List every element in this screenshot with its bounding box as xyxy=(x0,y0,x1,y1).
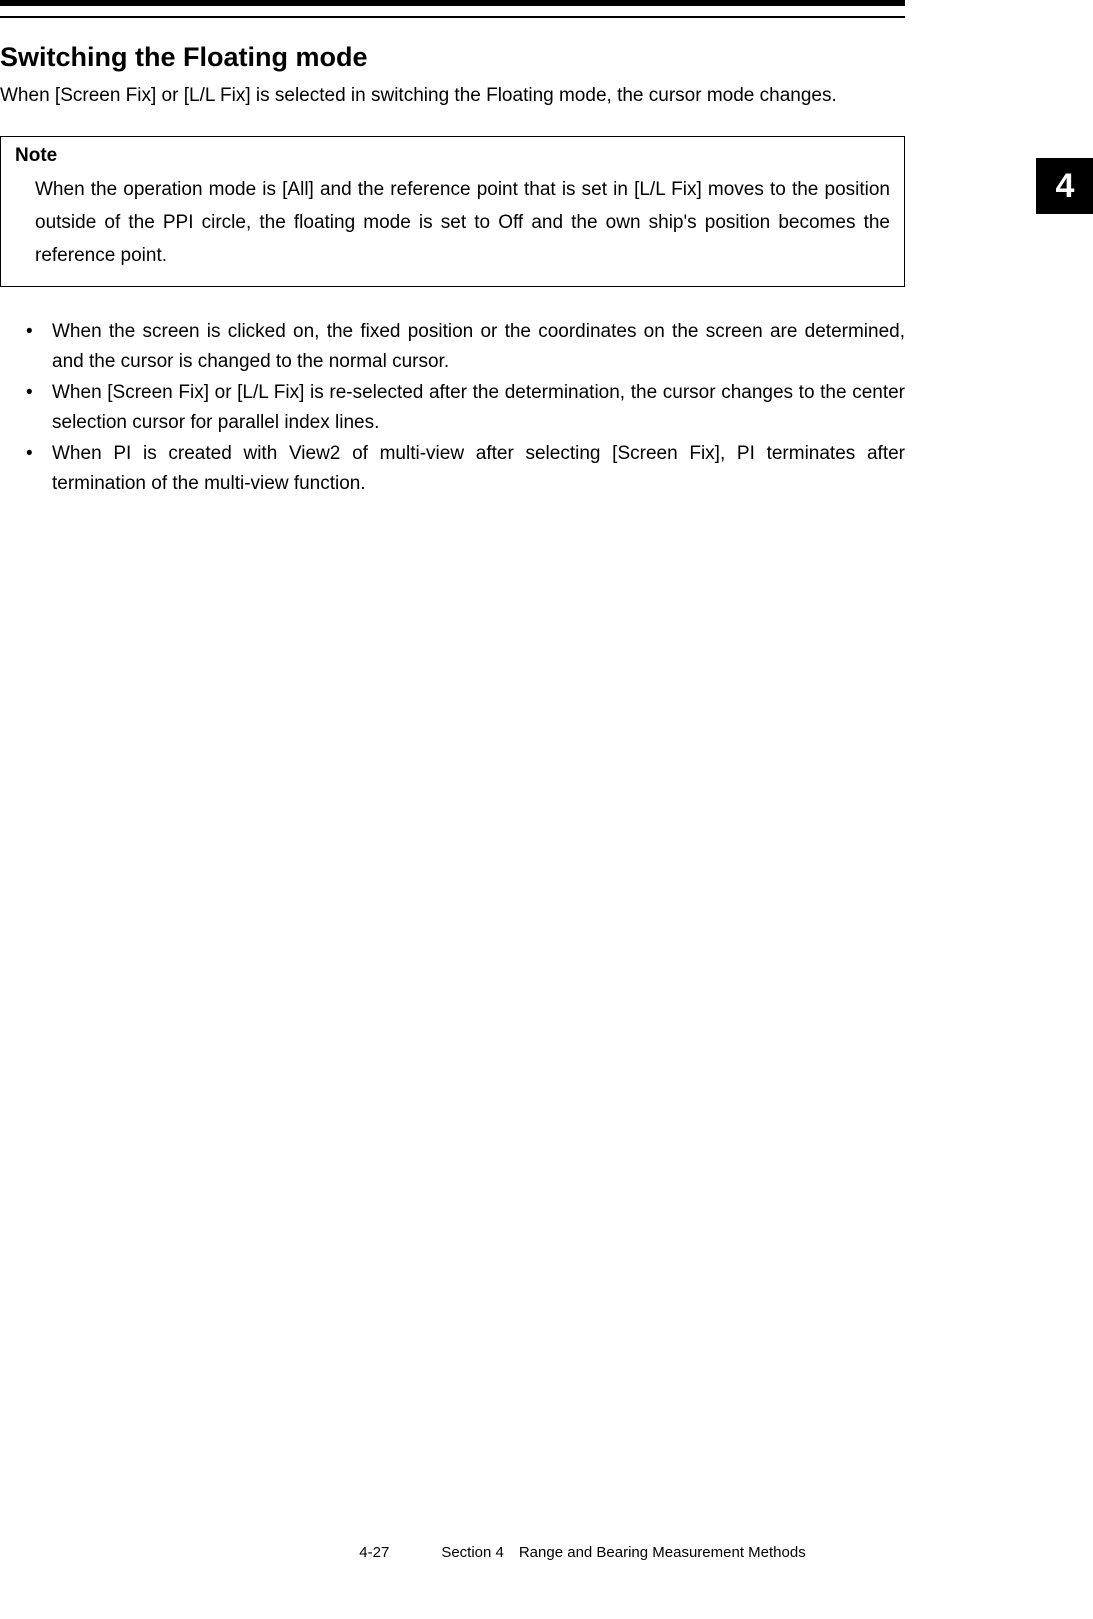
header-rule xyxy=(0,0,905,14)
section-tab: 4 xyxy=(1036,158,1093,214)
list-item: When [Screen Fix] or [L/L Fix] is re-sel… xyxy=(26,378,905,437)
page-footer: 4-27 Section 4 Range and Bearing Measure… xyxy=(0,1544,905,1561)
bullet-list: When the screen is clicked on, the fixed… xyxy=(0,317,905,498)
section-tab-number: 4 xyxy=(1056,167,1075,206)
section-title: Switching the Floating mode xyxy=(0,42,905,73)
footer-section-label: Section 4 Range and Bearing Measurement … xyxy=(441,1544,805,1561)
page-number: 4-27 xyxy=(359,1544,389,1561)
list-item: When PI is created with View2 of multi-v… xyxy=(26,439,905,498)
list-item: When the screen is clicked on, the fixed… xyxy=(26,317,905,376)
note-body: When the operation mode is [All] and the… xyxy=(15,173,890,273)
page-content: Switching the Floating mode When [Screen… xyxy=(0,42,905,500)
note-box: Note When the operation mode is [All] an… xyxy=(0,136,905,288)
note-heading: Note xyxy=(15,145,890,167)
intro-paragraph: When [Screen Fix] or [L/L Fix] is select… xyxy=(0,83,905,110)
